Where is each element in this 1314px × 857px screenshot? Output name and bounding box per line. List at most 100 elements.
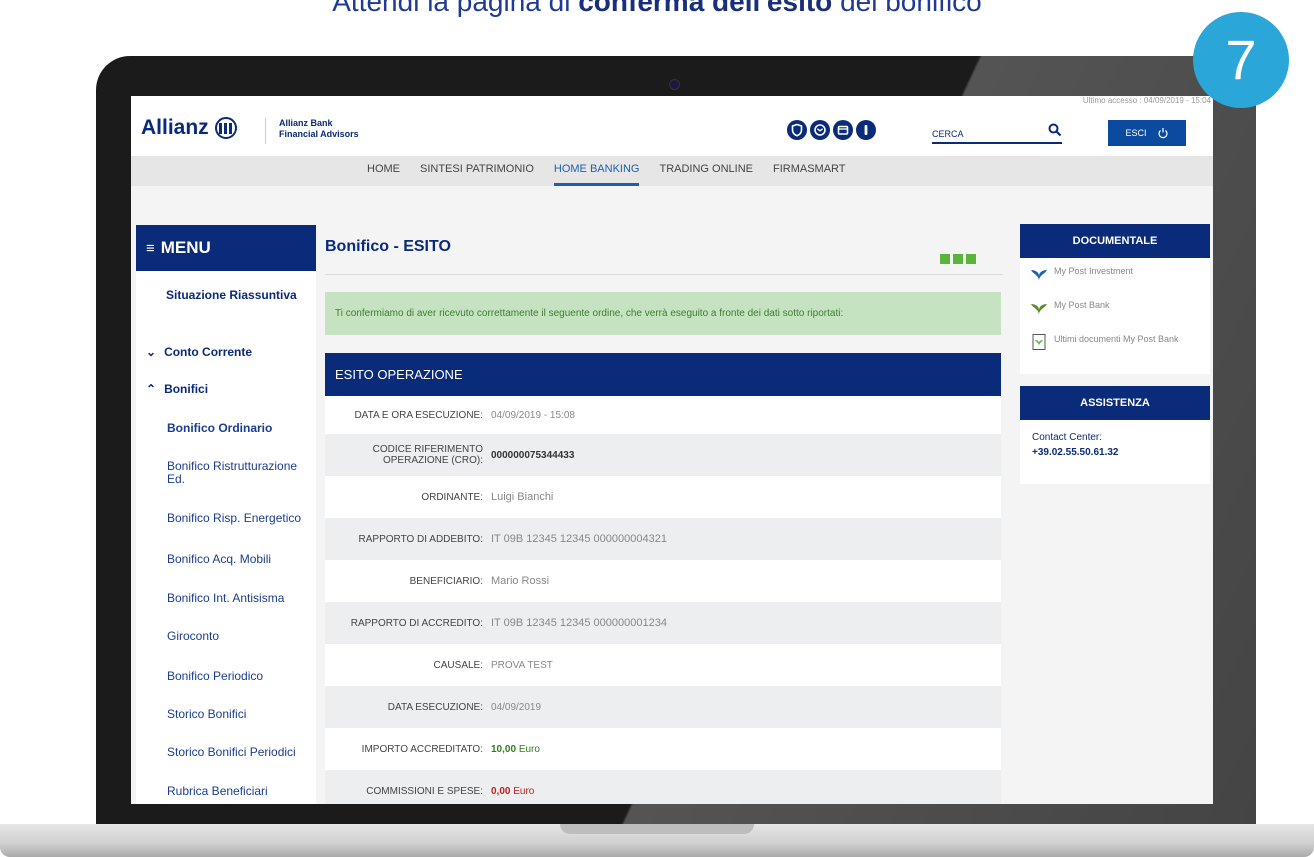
header-icons [787,120,876,140]
row-label: DATA ESECUZIONE: [387,701,483,713]
logo-text: Allianz [141,116,209,139]
plant-green-icon [1031,304,1047,315]
row-label: COMMISSIONI E SPESE: [366,785,483,797]
table-row: DATA ESECUZIONE: 04/09/2019 [325,686,1001,728]
allianz-logo[interactable]: Allianz [141,116,237,140]
sidebar-item-giroconto[interactable]: Giroconto [167,629,347,643]
assistenza-header: ASSISTENZA [1020,386,1210,420]
sidebar-item-bonifico-risp-energetico[interactable]: Bonifico Risp. Energetico [167,511,317,525]
sidebar-item-bonifico-int-antisisma[interactable]: Bonifico Int. Antisisma [167,591,347,605]
doc-item-my-post-investment[interactable]: My Post Investment [1030,266,1200,282]
row-label: DATA E ORA ESECUZIONE: [354,409,483,421]
info-icon[interactable] [856,120,876,140]
laptop-notch [560,824,754,834]
sidebar-item-label: Bonifici [164,382,209,396]
sidebar-item-bonifico-ristrutturazione[interactable]: Bonifico Ristrutturazione Ed. [167,460,317,486]
nav-item-firmasmart[interactable]: FIRMASMART [763,156,856,186]
sidebar-item-rubrica-beneficiari[interactable]: Rubrica Beneficiari [167,784,347,798]
row-label: BENEFICIARIO: [409,575,483,587]
row-label: ORDINANTE: [421,491,483,503]
options-icon[interactable] [940,254,976,264]
nav-item-home-banking[interactable]: HOME BANKING [544,156,650,186]
doc-item-label: My Post Bank [1054,300,1110,310]
menu-label: MENU [160,238,211,257]
table-row: RAPPORTO DI ADDEBITO: IT 09B 12345 12345… [325,518,1001,560]
last-access-text: Ultimo accesso : 04/09/2019 - 15:04 [1082,96,1211,105]
sidebar-item-bonifico-ordinario[interactable]: Bonifico Ordinario [167,421,347,435]
camera-icon [669,79,680,90]
row-value: Mario Rossi [491,575,550,587]
nav-item-trading-online[interactable]: TRADING ONLINE [649,156,763,186]
hamburger-icon: ≡ [146,239,155,257]
row-value: IT 09B 12345 12345 000000001234 [491,617,667,629]
amount-currency: Euro [518,743,540,755]
row-label: CODICE RIFERIMENTO OPERAZIONE (CRO): [372,444,483,466]
page-caption: Attendi la pagina di conferma dell'esito… [0,0,1314,18]
table-row: RAPPORTO DI ACCREDITO: IT 09B 12345 1234… [325,602,1001,644]
contact-center-label: Contact Center: [1032,432,1103,443]
doc-item-label: My Post Investment [1054,266,1134,276]
esito-table: DATA E ORA ESECUZIONE: 04/09/2019 - 15:0… [325,396,1001,804]
row-value: 000000075344433 [491,449,575,461]
mail-icon[interactable] [810,120,830,140]
confirmation-message: Ti confermiamo di aver ricevuto corretta… [325,292,1001,335]
logout-label: ESCI [1125,128,1147,138]
document-icon [1032,334,1046,350]
doc-item-ultimi-documenti[interactable]: Ultimi documenti My Post Bank [1030,334,1200,350]
main-nav: HOME SINTESI PATRIMONIO HOME BANKING TRA… [131,156,1213,186]
nav-item-home[interactable]: HOME [357,156,410,186]
caption-highlight: conferma dell'esito [578,0,833,17]
bank-name-line2: Financial Advisors [279,129,359,139]
nav-item-sintesi-patrimonio[interactable]: SINTESI PATRIMONIO [410,156,544,186]
search-icon[interactable] [1048,123,1062,141]
plant-blue-icon [1031,270,1047,281]
title-divider [325,274,1003,275]
folder-icon[interactable] [833,120,853,140]
amount-value: 10,00 [491,743,517,755]
chevron-down-icon: ⌄ [146,345,157,359]
page-title: Bonifico - ESITO [325,238,451,255]
documentale-header: DOCUMENTALE [1020,224,1210,258]
table-row: ORDINANTE: Luigi Bianchi [325,476,1001,518]
sidebar-item-storico-bonifici[interactable]: Storico Bonifici [167,707,347,721]
table-row: COMMISSIONI E SPESE: 0,00 Euro [325,770,1001,804]
table-row: CODICE RIFERIMENTO OPERAZIONE (CRO): 000… [325,434,1001,476]
row-value: PROVA TEST [491,659,553,671]
sidebar-item-situazione[interactable]: Situazione Riassuntiva [166,288,306,302]
bank-name: Allianz Bank Financial Advisors [279,118,359,140]
contact-center-number[interactable]: +39.02.55.50.61.32 [1032,447,1118,458]
nav-items: HOME SINTESI PATRIMONIO HOME BANKING TRA… [357,156,856,186]
logout-button[interactable]: ESCI [1108,120,1186,146]
row-label: RAPPORTO DI ACCREDITO: [350,617,483,629]
fee-currency: Euro [513,785,535,797]
sidebar-item-bonifico-acq-mobili[interactable]: Bonifico Acq. Mobili [167,552,347,566]
search-box [932,123,1062,144]
row-label: CAUSALE: [433,659,483,671]
allianz-mark-icon [214,117,237,139]
row-value: 04/09/2019 [491,701,542,713]
step-badge: 7 [1193,12,1289,108]
search-input[interactable] [932,126,1042,142]
row-value: Luigi Bianchi [491,491,554,503]
shield-icon[interactable] [787,120,807,140]
row-label: RAPPORTO DI ADDEBITO: [358,533,483,545]
menu-header[interactable]: ≡ MENU [136,225,316,271]
sidebar-item-bonifici[interactable]: ⌃ Bonifici [146,382,326,396]
caption-prefix: Attendi la pagina di [332,0,579,17]
fee-value: 0,00 [491,785,511,797]
row-label: IMPORTO ACCREDITATO: [361,743,483,755]
row-value: 10,00 Euro [491,744,540,755]
row-value: 04/09/2019 - 15:08 [491,409,575,421]
sidebar-item-bonifico-periodico[interactable]: Bonifico Periodico [167,669,347,683]
browser-screen: Ultimo accesso : 04/09/2019 - 15:04 Alli… [131,96,1213,804]
sidebar-item-conto-corrente[interactable]: ⌄ Conto Corrente [146,345,326,359]
table-row: IMPORTO ACCREDITATO: 10,00 Euro [325,728,1001,770]
row-value: IT 09B 12345 12345 000000004321 [491,533,667,545]
bank-name-line1: Allianz Bank [279,118,333,128]
doc-item-my-post-bank[interactable]: My Post Bank [1030,300,1200,316]
power-icon [1157,128,1168,139]
table-row: CAUSALE: PROVA TEST [325,644,1001,686]
sidebar-item-storico-bonifici-periodici[interactable]: Storico Bonifici Periodici [167,745,317,759]
table-row: BENEFICIARIO: Mario Rossi [325,560,1001,602]
table-row: DATA E ORA ESECUZIONE: 04/09/2019 - 15:0… [325,396,1001,434]
